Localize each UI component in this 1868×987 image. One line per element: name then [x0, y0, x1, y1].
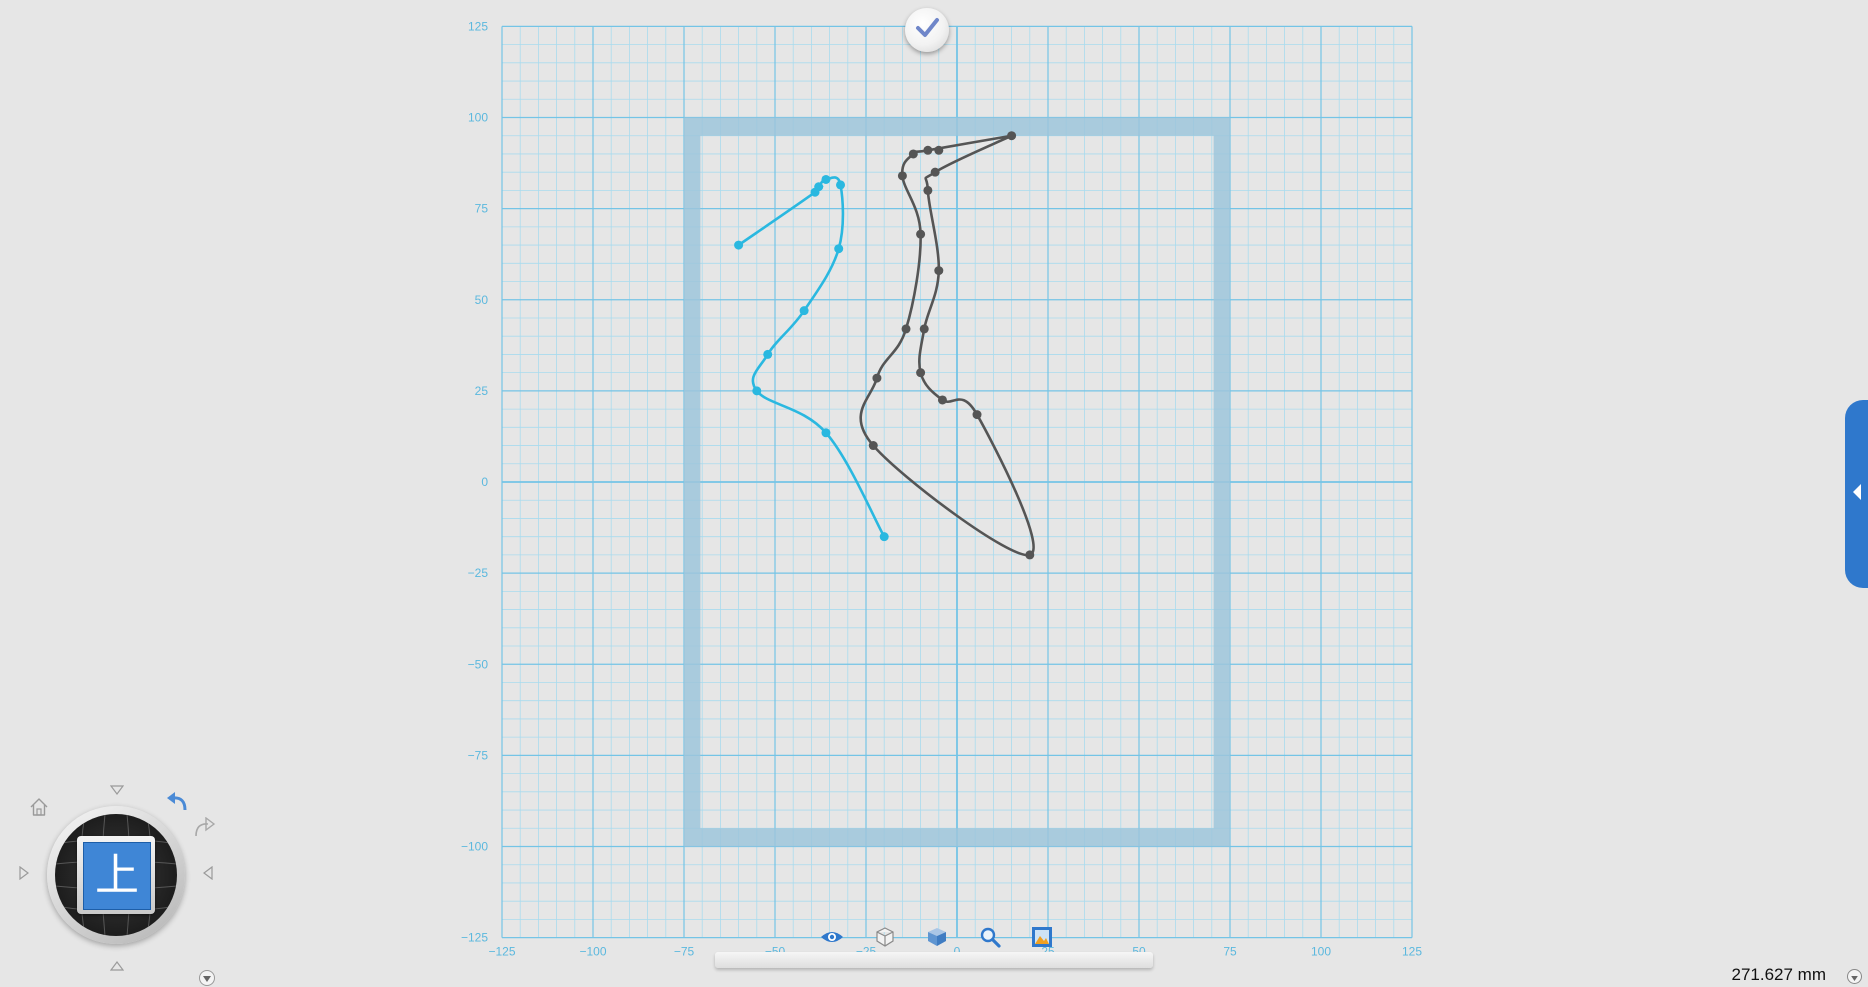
- x-tick-label: −100: [579, 945, 606, 959]
- chevron-left-icon: [1851, 483, 1863, 506]
- blue-control-point[interactable]: [836, 180, 846, 190]
- grid-major-lines: [501, 25, 1413, 939]
- dark-control-point[interactable]: [868, 441, 878, 451]
- dark-control-point[interactable]: [916, 229, 926, 239]
- dark-control-point[interactable]: [901, 324, 911, 334]
- dark-control-point[interactable]: [916, 368, 926, 378]
- triangle-up-icon: [109, 958, 125, 976]
- y-tick-label: −125: [461, 931, 488, 945]
- x-tick-label: 125: [1402, 945, 1422, 959]
- x-tick-label: 100: [1311, 945, 1331, 959]
- dark-control-point[interactable]: [923, 145, 933, 155]
- rotate-down-button[interactable]: [107, 784, 127, 798]
- y-tick-label: 125: [468, 19, 488, 33]
- dark-control-point[interactable]: [923, 185, 933, 195]
- axis-labels: −125−100−75−50−2502550751001251251007550…: [461, 19, 1422, 958]
- y-tick-label: 75: [475, 202, 489, 216]
- view-options-button[interactable]: [199, 970, 215, 986]
- y-tick-label: 100: [468, 111, 488, 125]
- dark-control-point[interactable]: [919, 324, 929, 334]
- image-frame-icon: [1031, 926, 1053, 953]
- solid-cube-icon: [926, 927, 948, 952]
- blue-control-point[interactable]: [879, 532, 889, 542]
- x-tick-label: −125: [488, 945, 515, 959]
- y-tick-label: 0: [481, 475, 488, 489]
- dark-control-point[interactable]: [972, 410, 982, 420]
- bottom-toolbar: [715, 920, 1153, 974]
- wireframe-cube-icon: [875, 926, 895, 952]
- dark-control-point[interactable]: [930, 167, 940, 177]
- blue-control-point[interactable]: [734, 240, 744, 250]
- dark-control-point[interactable]: [934, 266, 944, 276]
- dark-control-point[interactable]: [1007, 131, 1017, 141]
- y-tick-label: 50: [475, 293, 489, 307]
- blue-control-point[interactable]: [821, 428, 831, 438]
- blue-control-point[interactable]: [821, 174, 831, 184]
- x-tick-label: 75: [1223, 945, 1237, 959]
- solid-view-button[interactable]: [922, 926, 952, 952]
- view-visibility-button[interactable]: [817, 926, 847, 952]
- home-view-button[interactable]: [27, 797, 51, 821]
- wireframe-view-button[interactable]: [870, 926, 900, 952]
- y-tick-label: −75: [468, 748, 489, 762]
- dark-control-point[interactable]: [934, 145, 944, 155]
- zoom-icon: [979, 926, 1001, 953]
- sketch-canvas[interactable]: −125−100−75−50−2502550751001251251007550…: [0, 0, 1868, 987]
- y-tick-label: −50: [468, 657, 489, 671]
- checkmark-icon: [914, 15, 940, 46]
- rotate-right-button[interactable]: [15, 864, 33, 886]
- zoom-button[interactable]: [975, 926, 1005, 952]
- toolbar-shelf: [715, 952, 1153, 968]
- home-icon: [29, 797, 49, 822]
- redo-view-button[interactable]: [191, 816, 217, 844]
- x-tick-label: −75: [674, 945, 695, 959]
- accept-button[interactable]: [905, 8, 949, 52]
- undo-view-button[interactable]: [164, 791, 190, 818]
- blue-control-point[interactable]: [752, 386, 762, 396]
- dark-curve-outer[interactable]: [859, 134, 1035, 557]
- y-tick-label: −25: [468, 566, 489, 580]
- dark-control-point[interactable]: [897, 171, 907, 181]
- dark-control-point[interactable]: [872, 373, 882, 383]
- eye-icon: [820, 929, 844, 950]
- rotate-left-button[interactable]: [199, 864, 217, 886]
- view-cube-widget: 上: [15, 780, 217, 987]
- undo-arrow-icon: [165, 791, 189, 818]
- dark-control-point[interactable]: [908, 149, 918, 159]
- blue-control-point[interactable]: [799, 306, 809, 316]
- blue-control-point[interactable]: [814, 182, 824, 192]
- triangle-down-icon: [109, 782, 125, 800]
- blue-control-point[interactable]: [834, 244, 844, 254]
- y-tick-label: −100: [461, 840, 488, 854]
- rotate-up-button[interactable]: [107, 960, 127, 974]
- units-dropdown-button[interactable]: [1847, 969, 1862, 984]
- image-frame-button[interactable]: [1027, 926, 1057, 952]
- chevron-down-icon: [1851, 968, 1858, 986]
- redo-arrow-icon: [192, 816, 216, 844]
- dark-control-point[interactable]: [937, 395, 947, 405]
- side-panel-toggle[interactable]: [1845, 400, 1868, 588]
- triangle-right-icon: [19, 865, 29, 885]
- chevron-down-icon: [203, 969, 211, 987]
- view-cube-face-label: 上: [83, 842, 151, 910]
- y-tick-label: 25: [475, 384, 489, 398]
- measurement-readout: 271.627 mm: [1731, 965, 1827, 984]
- blue-control-point[interactable]: [763, 349, 773, 359]
- view-cube-top-face[interactable]: 上: [77, 836, 155, 914]
- triangle-left-icon: [203, 865, 213, 885]
- dark-control-point[interactable]: [1025, 550, 1035, 560]
